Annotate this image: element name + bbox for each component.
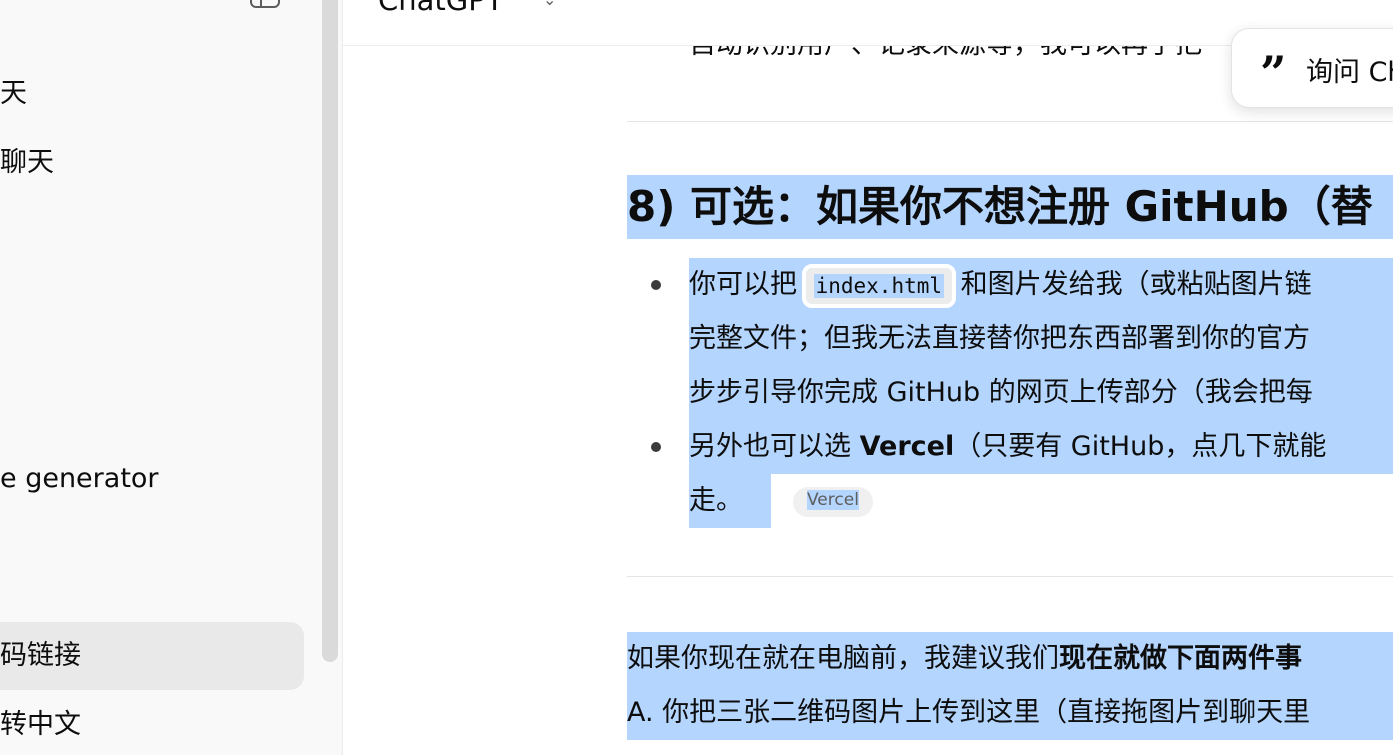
sidebar-toggle-icon[interactable]	[250, 0, 280, 8]
inline-code: index.html	[801, 264, 957, 308]
paragraph-bold-text: 现在就做下面两件事	[1059, 643, 1302, 674]
bullet-text: （只要有 GitHub，点几下就能	[954, 431, 1327, 462]
model-selector[interactable]: ChatGPT	[378, 0, 503, 20]
divider	[627, 576, 1393, 577]
bullet-text-line: 完整文件；但我无法直接替你把东西部署到你的官方	[689, 312, 1393, 366]
ask-chatgpt-label: 询问 Ch	[1306, 57, 1393, 88]
ask-chatgpt-button[interactable]: ” 询问 Ch	[1231, 28, 1393, 108]
sidebar-chat-item[interactable]: e generator	[0, 445, 304, 513]
bullet-text: 和图片发给我（或粘贴图片链	[952, 269, 1312, 300]
sidebar: 天 聊天 e generator 码链接 转中文	[0, 0, 343, 755]
message-text-line: 自动识别用户、记录来源等，我可以再手把	[689, 45, 1202, 67]
sidebar-chat-item-label: e generator	[0, 463, 159, 494]
bullet-text-line: 步步引导你完成 GitHub 的网页上传部分（我会把每	[689, 366, 1393, 420]
sidebar-chat-item-label: 聊天	[0, 147, 54, 178]
quote-icon: ”	[1260, 46, 1287, 100]
sidebar-scrollbar[interactable]	[322, 0, 338, 662]
bullet-dot	[651, 280, 661, 290]
model-name: ChatGPT	[378, 0, 504, 17]
paragraph-line: A. 你把三张二维码图片上传到这里（直接拖图片到聊天里	[627, 686, 1393, 740]
source-citation-label: Vercel	[807, 489, 859, 510]
sidebar-chat-item[interactable]: 天	[0, 60, 304, 128]
bullet-text: 走。	[689, 474, 771, 528]
section-heading: 8) 可选：如果你不想注册 GitHub（替	[627, 175, 1393, 239]
conversation-area: 自动识别用户、记录来源等，我可以再手把 8) 可选：如果你不想注册 GitHub…	[343, 45, 1393, 755]
sidebar-chat-item-label: 码链接	[0, 640, 81, 671]
bullet-bold-text: Vercel	[859, 431, 955, 462]
paragraph-text: 如果你现在就在电脑前，我建议我们	[627, 643, 1059, 674]
chevron-down-icon[interactable]: ⌄	[543, 0, 556, 9]
sidebar-chat-item-label: 转中文	[0, 709, 81, 740]
sidebar-chat-item[interactable]: 聊天	[0, 129, 304, 197]
bullet-text-line: 另外也可以选 Vercel（只要有 GitHub，点几下就能	[689, 420, 1393, 474]
sidebar-chat-item-active[interactable]: 码链接	[0, 622, 304, 690]
bullet-text-line: 你可以把 index.html 和图片发给我（或粘贴图片链	[689, 258, 1393, 312]
paragraph-line: 如果你现在就在电脑前，我建议我们现在就做下面两件事	[627, 632, 1393, 686]
bullet-text: 你可以把	[689, 269, 806, 300]
inline-code-text: index.html	[813, 274, 945, 298]
bullet-text: 另外也可以选	[689, 431, 860, 462]
source-citation-pill[interactable]: Vercel	[793, 486, 873, 517]
divider	[627, 121, 1393, 122]
bullet-dot	[651, 442, 661, 452]
bullet-text-line: 走。 Vercel	[689, 474, 873, 528]
sidebar-chat-item-label: 天	[0, 78, 27, 109]
sidebar-chat-item[interactable]: 转中文	[0, 691, 304, 755]
app-window: 天 聊天 e generator 码链接 转中文 ChatGPT ⌄ 自动识别用…	[0, 0, 1393, 755]
